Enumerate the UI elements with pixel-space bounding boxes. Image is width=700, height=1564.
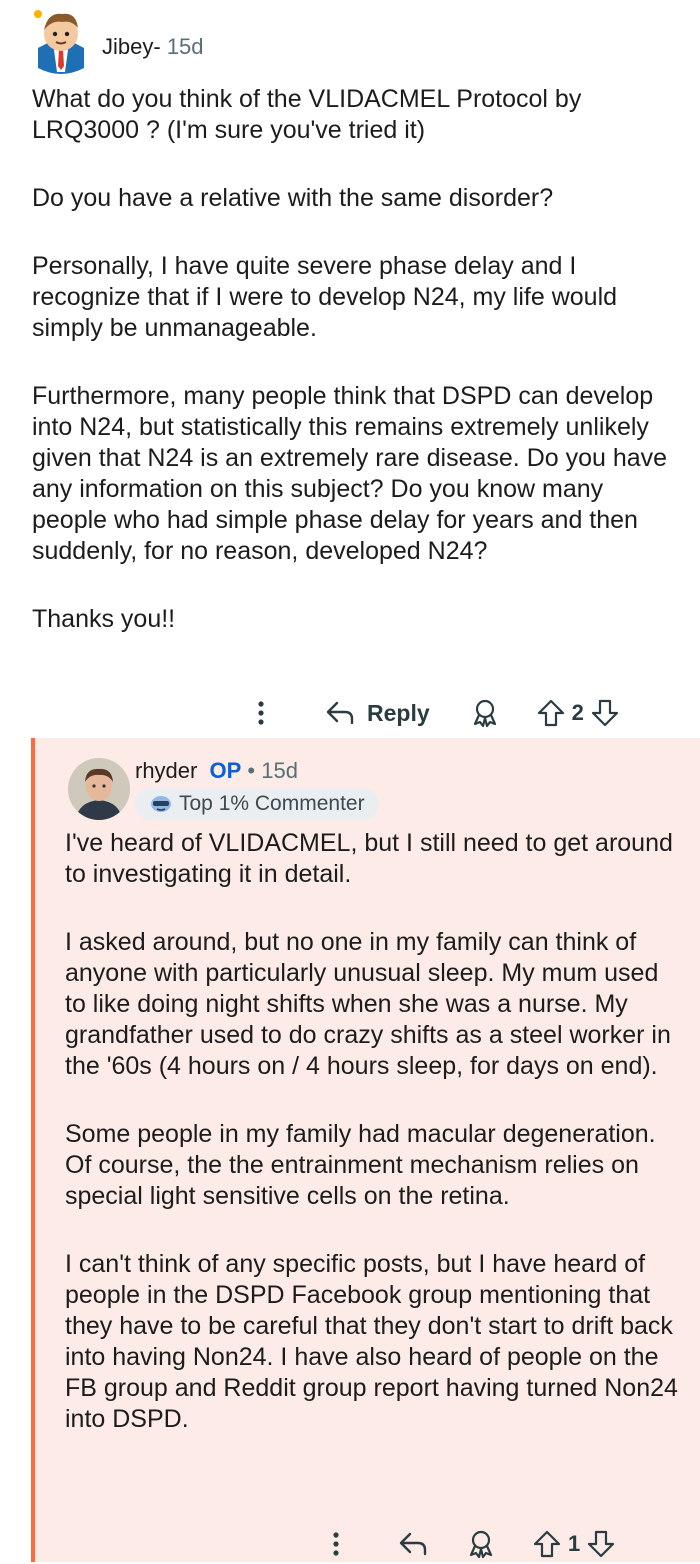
- flair-label: Top 1% Commenter: [179, 792, 365, 815]
- downvote-icon[interactable]: [590, 698, 620, 728]
- more-vertical-icon[interactable]: [320, 1524, 352, 1564]
- comment-rhyder: rhyder OP • 15d Top 1% Commenter I've he…: [31, 738, 700, 1562]
- avatar[interactable]: [68, 758, 130, 820]
- downvote-icon[interactable]: [586, 1529, 616, 1559]
- comment-body: I've heard of VLIDACMEL, but I still nee…: [65, 828, 685, 1472]
- reply-button[interactable]: Reply: [325, 700, 430, 727]
- meta-separator: •: [247, 758, 256, 783]
- comment-meta: rhyder OP • 15d: [135, 758, 298, 784]
- comment-actions: 1: [320, 1524, 616, 1564]
- comment-paragraph: Some people in my family had macular deg…: [65, 1120, 663, 1210]
- reply-arrow-icon: [326, 701, 354, 725]
- upvote-icon[interactable]: [532, 1529, 562, 1559]
- comment-paragraph: What do you think of the VLIDACMEL Proto…: [32, 85, 589, 144]
- award-icon[interactable]: [470, 698, 500, 728]
- vote-controls: 1: [532, 1529, 616, 1559]
- author-name[interactable]: rhyder: [135, 758, 197, 783]
- comment-meta: Jibey- 15d: [102, 34, 204, 60]
- comment-jibey: Jibey- 15d What do you think of the VLID…: [0, 0, 700, 738]
- award-icon[interactable]: [466, 1529, 496, 1559]
- commenter-badge-icon: [151, 796, 171, 812]
- comment-paragraph: Do you have a relative with the same dis…: [32, 184, 554, 212]
- comment-actions: Reply 2: [245, 693, 620, 733]
- comment-age: 15d: [261, 758, 298, 783]
- reply-button[interactable]: [398, 1531, 428, 1557]
- comment-age: 15d: [166, 34, 204, 59]
- vote-controls: 2: [536, 698, 620, 728]
- upvote-icon[interactable]: [536, 698, 566, 728]
- comment-paragraph: I asked around, but no one in my family …: [65, 928, 678, 1080]
- comment-paragraph: Thanks you!!: [32, 605, 176, 633]
- avatar[interactable]: [32, 6, 90, 76]
- reply-label: Reply: [367, 699, 430, 726]
- comment-paragraph: I can't think of any specific posts, but…: [65, 1250, 685, 1433]
- comment-paragraph: Furthermore, many people think that DSPD…: [32, 382, 675, 565]
- vote-score: 2: [571, 700, 584, 725]
- more-vertical-icon[interactable]: [245, 693, 277, 733]
- comment-paragraph: Personally, I have quite severe phase de…: [32, 252, 624, 342]
- comment-paragraph: I've heard of VLIDACMEL, but I still nee…: [65, 829, 680, 888]
- op-badge: OP: [209, 758, 242, 783]
- user-flair: Top 1% Commenter: [135, 788, 379, 820]
- reply-arrow-icon: [399, 1532, 427, 1556]
- author-name[interactable]: Jibey-: [102, 34, 161, 59]
- comment-body: What do you think of the VLIDACMEL Proto…: [32, 84, 682, 672]
- vote-score: 1: [568, 1531, 581, 1556]
